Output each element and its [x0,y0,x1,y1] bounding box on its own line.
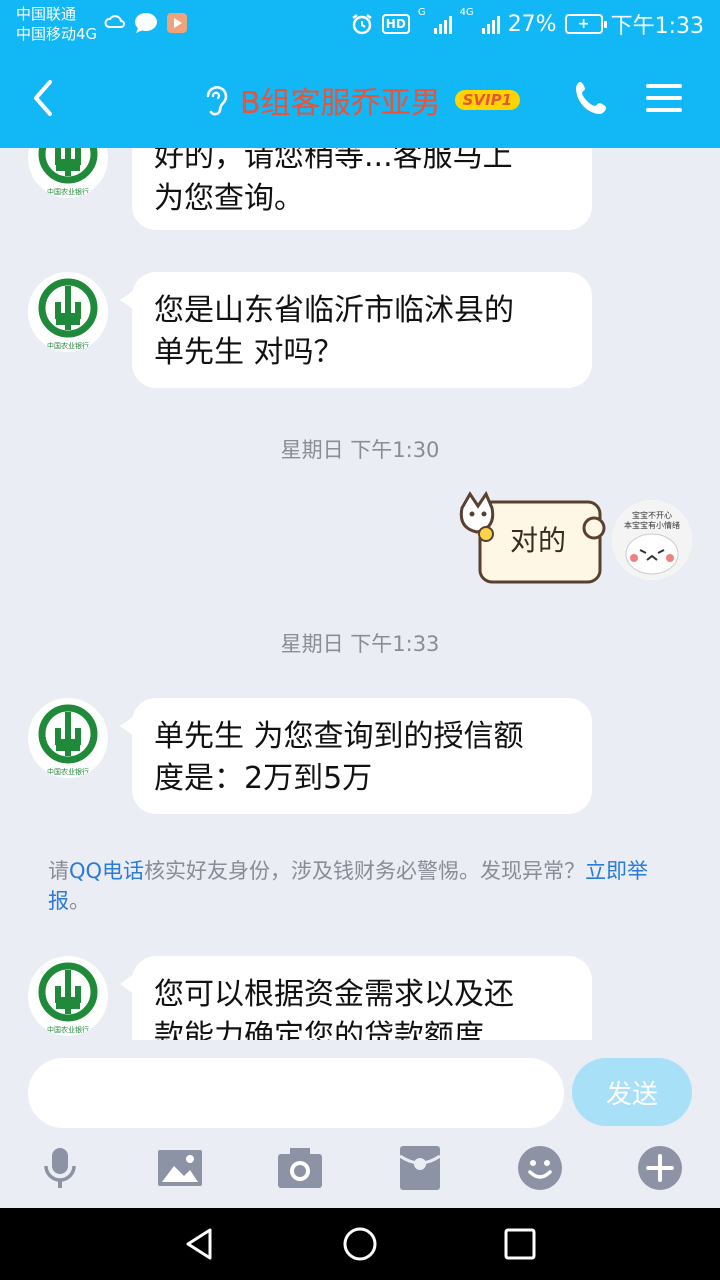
my-avatar[interactable]: 宝宝不开心 本宝宝有小情绪 [612,500,692,580]
abc-logo-icon: 中国农业银行 [38,278,98,350]
avatar-logo-text: 中国农业银行 [47,1025,89,1034]
message-line: 您是山东省临沂市临沭县的 [154,293,514,328]
timestamp: 星期日 下午1:30 [280,438,440,462]
svip-badge: SVIP1 [454,90,521,110]
battery-percent: 27% [507,11,557,37]
carrier-1: 中国联通 [16,5,77,23]
red-packet-icon[interactable] [396,1144,444,1192]
network-2-type: 4G [459,7,474,18]
recents-nav-icon[interactable] [502,1226,538,1262]
status-bar: 中国联通 中国移动4G HD G 4G 27% + 下午1:33 [0,0,720,48]
message-line: 您可以根据资金需求以及还 [154,977,514,1012]
message-bubble[interactable]: 好的，请您稍等...客服马上 为您查询。 [132,148,592,230]
input-bar: 发送 [0,1040,720,1208]
sad-face-avatar-icon: 宝宝不开心 本宝宝有小情绪 [612,500,692,580]
home-nav-icon[interactable] [342,1226,378,1262]
sticker-message[interactable]: 对的 [452,488,612,588]
avatar-logo-text: 中国农业银行 [47,341,89,350]
cat-sticker-image: 对的 [459,490,606,584]
message-bubble[interactable]: 您是山东省临沂市临沭县的 单先生 对吗？ [132,272,592,388]
timestamp: 星期日 下午1:33 [280,632,440,656]
earpiece-mode-icon [206,86,228,116]
back-arrow-icon[interactable] [24,76,64,120]
menu-icon[interactable] [644,80,684,116]
sticker-text: 对的 [510,524,566,557]
avatar-caption-2: 本宝宝有小情绪 [624,520,680,530]
chat-header: B组客服乔亚男 SVIP1 [0,48,720,148]
message-line: 单先生 对吗？ [154,335,344,370]
qq-call-link[interactable]: QQ电话 [69,859,144,883]
chat-message-list[interactable]: 中国农业银行 好的，请您稍等...客服马上 为您查询。 中国农业银行 您是山东省… [0,148,720,1040]
message-icon [135,13,157,33]
system-nav-bar [0,1208,720,1280]
message-line: 好的，请您稍等...客服马上 [154,148,513,174]
message-line: 度是：2万到5万 [154,761,373,796]
camera-icon[interactable] [276,1144,324,1192]
chat-title-group[interactable]: B组客服乔亚男 SVIP1 [200,78,521,122]
clock: 下午1:33 [610,14,704,39]
carrier-2: 中国移动4G [16,25,98,43]
abc-logo-icon: 中国农业银行 [38,148,98,196]
microphone-icon[interactable] [36,1144,84,1192]
plus-icon[interactable] [636,1144,684,1192]
warning-suffix: 。 [69,889,90,913]
warning-prefix: 请 [48,859,69,883]
signal-1-icon [433,14,452,34]
avatar-logo-text: 中国农业银行 [47,187,89,196]
safety-warning: 请QQ电话核实好友身份，涉及钱财务必警惕。发现异常？立即举报。 [48,856,668,916]
send-button[interactable]: 发送 [572,1058,692,1126]
message-line: 单先生 为您查询到的授信额 [154,719,524,754]
message-line: 款能力确定您的贷款额度 [154,1019,484,1040]
phone-call-icon[interactable] [572,78,612,118]
avatar-caption-1: 宝宝不开心 [632,510,672,520]
video-app-icon [167,13,187,33]
image-icon[interactable] [156,1144,204,1192]
hd-badge: HD [381,14,410,34]
back-nav-icon[interactable] [182,1226,218,1262]
emoji-icon[interactable] [516,1144,564,1192]
status-right: HD G 4G 27% + 下午1:33 [350,8,704,40]
abc-logo-icon: 中国农业银行 [38,962,98,1034]
warning-text: 核实好友身份，涉及钱财务必警惕。发现异常？ [144,859,586,883]
message-bubble[interactable]: 单先生 为您查询到的授信额 度是：2万到5万 [132,698,592,814]
network-1-type: G [417,7,426,18]
message-input[interactable] [28,1058,564,1128]
avatar-logo-text: 中国农业银行 [47,767,89,776]
carrier-info: 中国联通 中国移动4G [16,4,97,44]
alarm-icon [352,14,372,35]
weather-icon [104,15,125,28]
avatar[interactable]: 中国农业银行 [28,698,108,778]
message-line: 为您查询。 [154,181,304,216]
message-bubble[interactable]: 您可以根据资金需求以及还 款能力确定您的贷款额度 [132,956,592,1040]
notification-icons [104,12,188,34]
battery-icon: + [564,14,607,34]
avatar[interactable]: 中国农业银行 [28,272,108,352]
chat-title: B组客服乔亚男 [240,86,441,121]
abc-logo-icon: 中国农业银行 [38,704,98,776]
avatar[interactable]: 中国农业银行 [28,956,108,1036]
signal-2-icon [481,14,500,34]
avatar[interactable]: 中国农业银行 [28,148,108,198]
